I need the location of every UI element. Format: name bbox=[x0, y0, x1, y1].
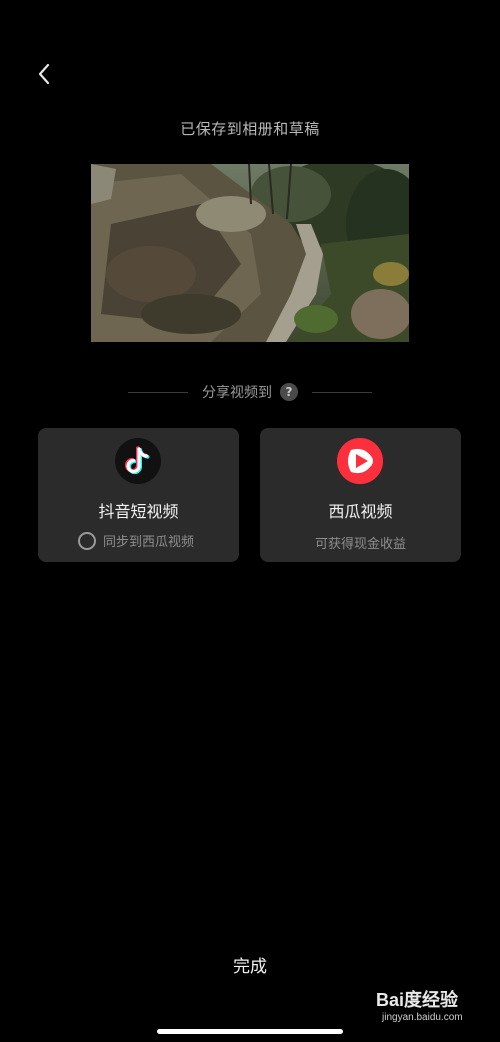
share-label: 分享视频到 bbox=[202, 385, 272, 401]
xigua-icon bbox=[337, 438, 383, 484]
divider-line bbox=[128, 391, 188, 393]
watermark-url: jingyan.baidu.com bbox=[382, 1012, 463, 1023]
saved-message: 已保存到相册和草稿 bbox=[180, 120, 320, 138]
douyin-icon bbox=[115, 438, 161, 484]
sync-label: 同步到西瓜视频 bbox=[103, 535, 195, 550]
done-button[interactable]: 完成 bbox=[200, 952, 300, 982]
sync-xigua-toggle[interactable]: 同步到西瓜视频 bbox=[78, 531, 194, 550]
question-icon[interactable]: ? bbox=[280, 383, 298, 401]
xigua-title: 西瓜视频 bbox=[328, 502, 393, 521]
back-button[interactable] bbox=[30, 58, 58, 90]
share-xigua-card[interactable]: 西瓜视频 可获得现金收益 bbox=[260, 428, 461, 562]
radio-unchecked-icon[interactable] bbox=[78, 531, 96, 550]
video-thumbnail bbox=[91, 164, 409, 342]
xigua-subtitle: 可获得现金收益 bbox=[314, 537, 406, 552]
divider-line bbox=[312, 391, 372, 393]
watermark-logo: Bai度经验 bbox=[376, 990, 459, 1010]
douyin-title: 抖音短视频 bbox=[98, 502, 179, 521]
home-indicator bbox=[157, 1029, 343, 1034]
share-douyin-card[interactable]: 抖音短视频 同步到西瓜视频 bbox=[38, 428, 239, 562]
share-to-divider: 分享视频到 ? bbox=[128, 380, 372, 404]
baidu-jingyan-watermark: Bai度经验 jingyan.baidu.com bbox=[376, 986, 476, 1030]
chevron-left-icon bbox=[38, 63, 50, 85]
